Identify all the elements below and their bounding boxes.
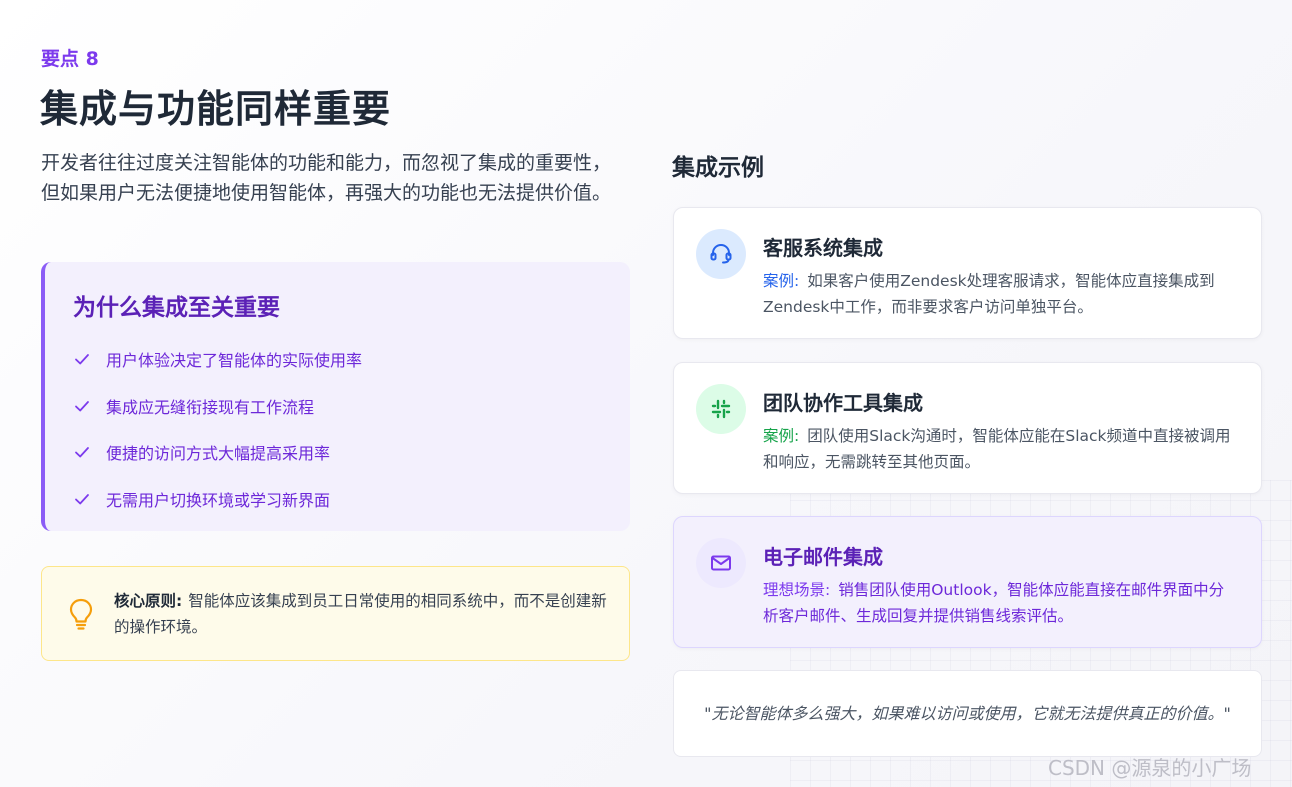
list-item: 便捷的访问方式大幅提高采用率 — [73, 429, 602, 476]
list-item-text: 无需用户切换环境或学习新界面 — [106, 490, 331, 510]
card-title: 客服系统集成 — [763, 236, 883, 260]
watermark: CSDN @源泉的小广场 — [1048, 756, 1252, 780]
why-title: 为什么集成至关重要 — [73, 295, 280, 321]
core-principle-callout: 核心原则: 智能体应该集成到员工日常使用的相同系统中，而不是创建新的操作环境。 — [41, 566, 630, 661]
slack-icon — [696, 384, 746, 434]
example-card-customer-service: 客服系统集成 案例: 如果客户使用Zendesk处理客服请求，智能体应直接集成到Z… — [673, 207, 1262, 339]
list-item: 用户体验决定了智能体的实际使用率 — [73, 336, 602, 383]
card-description: 理想场景: 销售团队使用Outlook，智能体应能直接在邮件界面中分析客户邮件、生… — [763, 577, 1239, 629]
example-card-email: 电子邮件集成 理想场景: 销售团队使用Outlook，智能体应能直接在邮件界面中分… — [673, 516, 1262, 648]
case-text: 如果客户使用Zendesk处理客服请求，智能体应直接集成到Zendesk中工作，… — [763, 272, 1215, 316]
list-item: 集成应无缝衔接现有工作流程 — [73, 383, 602, 430]
section-number: 要点 8 — [41, 48, 99, 70]
check-icon — [75, 447, 89, 458]
card-description: 案例: 团队使用Slack沟通时，智能体应能在Slack频道中直接被调用和响应，无… — [763, 423, 1239, 475]
case-label: 案例: — [763, 427, 800, 445]
headset-icon — [696, 229, 746, 279]
principle-body: 智能体应该集成到员工日常使用的相同系统中，而不是创建新的操作环境。 — [114, 591, 607, 636]
why-list: 用户体验决定了智能体的实际使用率 集成应无缝衔接现有工作流程 便捷的访问方式大幅… — [73, 336, 602, 522]
principle-label: 核心原则: — [114, 591, 183, 610]
mail-icon — [696, 538, 746, 588]
card-description: 案例: 如果客户使用Zendesk处理客服请求，智能体应直接集成到Zendesk中… — [763, 268, 1239, 320]
page-title: 集成与功能同样重要 — [40, 87, 392, 131]
why-integration-box: 为什么集成至关重要 用户体验决定了智能体的实际使用率 集成应无缝衔接现有工作流程… — [41, 262, 630, 531]
intro-paragraph: 开发者往往过度关注智能体的功能和能力，而忽视了集成的重要性，但如果用户无法便捷地… — [41, 152, 612, 204]
lightbulb-icon — [69, 598, 93, 630]
case-label: 案例: — [763, 272, 800, 290]
case-text: 团队使用Slack沟通时，智能体应能在Slack频道中直接被调用和响应，无需跳转… — [763, 427, 1231, 471]
list-item-text: 集成应无缝衔接现有工作流程 — [106, 397, 315, 417]
example-card-team-collaboration: 团队协作工具集成 案例: 团队使用Slack沟通时，智能体应能在Slack频道中直… — [673, 362, 1262, 494]
quote-box: "无论智能体多么强大，如果难以访问或使用，它就无法提供真正的价值。" — [673, 670, 1262, 757]
check-icon — [75, 354, 89, 365]
card-title: 团队协作工具集成 — [763, 391, 923, 415]
case-text: 销售团队使用Outlook，智能体应能直接在邮件界面中分析客户邮件、生成回复并提… — [763, 581, 1225, 625]
list-item-text: 便捷的访问方式大幅提高采用率 — [106, 444, 331, 464]
examples-title: 集成示例 — [672, 155, 764, 181]
check-icon — [75, 400, 89, 412]
list-item-text: 用户体验决定了智能体的实际使用率 — [106, 351, 363, 371]
check-icon — [75, 493, 89, 505]
principle-text: 核心原则: 智能体应该集成到员工日常使用的相同系统中，而不是创建新的操作环境。 — [114, 588, 611, 640]
card-title: 电子邮件集成 — [763, 545, 883, 569]
list-item: 无需用户切换环境或学习新界面 — [73, 476, 602, 523]
case-label: 理想场景: — [763, 581, 831, 599]
